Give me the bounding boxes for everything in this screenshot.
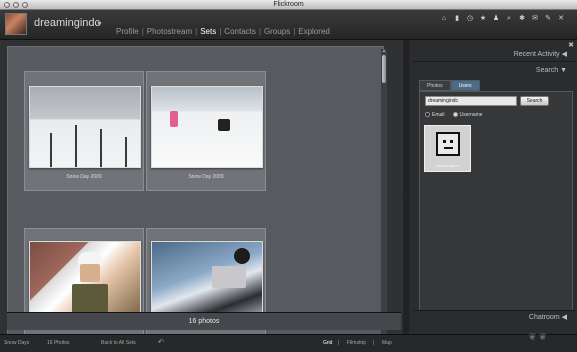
- bottom-bar: Snow Days 16 Photos Back to All Sets ↶ G…: [0, 334, 577, 352]
- recent-activity-header[interactable]: Recent Activity ◀: [413, 48, 575, 62]
- search-input[interactable]: dreamingindc: [425, 96, 517, 106]
- view-separator: |: [338, 340, 340, 346]
- buddy-icon: [436, 132, 460, 156]
- chevron-down-icon[interactable]: ▼: [96, 21, 103, 28]
- view-grid[interactable]: Grid: [323, 340, 332, 346]
- nav-photostream[interactable]: Photostream: [147, 27, 192, 36]
- chevron-down-icon: ▼: [560, 67, 567, 74]
- view-map[interactable]: Map: [382, 340, 392, 346]
- photo-caption: Snow Day 2009: [66, 174, 102, 180]
- nav-separator: |: [219, 27, 222, 36]
- nav-separator: |: [141, 27, 144, 36]
- tab-users[interactable]: Users: [450, 80, 480, 91]
- scroll-up-icon[interactable]: ▲: [381, 49, 387, 53]
- star-icon[interactable]: ★: [479, 15, 487, 23]
- main-area: Snow Day 2009 Snow Day 2009 ▲: [0, 40, 409, 349]
- radio-username-label: Username: [459, 112, 483, 118]
- tools-icon[interactable]: ✎: [544, 15, 552, 23]
- radio-on-icon: [452, 112, 458, 118]
- photo-thumbnail[interactable]: [151, 86, 263, 168]
- person-icon[interactable]: ♟: [492, 15, 500, 23]
- clock-icon[interactable]: ◷: [466, 15, 474, 23]
- photo-tile[interactable]: Snow Day 2009: [146, 71, 266, 191]
- radio-off-icon: [425, 112, 430, 118]
- nav-contacts[interactable]: Contacts: [224, 27, 256, 36]
- view-separator: |: [373, 340, 375, 346]
- radio-username[interactable]: Username: [452, 112, 483, 118]
- photo-count-bar: 16 photos: [7, 312, 401, 330]
- panel-divider[interactable]: ⋮: [403, 40, 409, 334]
- chevron-left-icon: ◀: [561, 51, 567, 58]
- photo-thumbnail[interactable]: [29, 86, 141, 168]
- trash-icon[interactable]: ▮: [453, 15, 461, 23]
- nav-separator: |: [293, 27, 296, 36]
- mail-icon[interactable]: ✉: [531, 15, 539, 23]
- photo-count: 16 Photos: [47, 340, 70, 346]
- window-title: Flickroom: [273, 1, 304, 8]
- radio-email[interactable]: Email: [425, 112, 445, 118]
- tab-photos[interactable]: Photos: [419, 80, 451, 91]
- nav-separator: |: [258, 27, 261, 36]
- avatar[interactable]: [5, 13, 27, 35]
- main-nav: Profile | Photostream | Sets | Contacts …: [116, 27, 330, 36]
- photo-caption: Snow Day 2009: [188, 174, 224, 180]
- search-button[interactable]: Search: [520, 96, 549, 106]
- username[interactable]: dreamingindc: [34, 17, 100, 29]
- chevron-left-icon: ◀: [561, 314, 567, 321]
- window-titlebar: Flickroom: [0, 0, 577, 10]
- photo-tile[interactable]: Snow Day 2009: [24, 71, 144, 191]
- undo-icon[interactable]: ↶: [158, 338, 164, 346]
- recent-activity-label: Recent Activity: [513, 51, 560, 58]
- search-type-options: Email Username: [425, 112, 483, 118]
- nav-sets[interactable]: Sets: [200, 27, 216, 36]
- search-icon[interactable]: ⌕: [505, 15, 513, 23]
- drag-handle-icon[interactable]: ⋮: [404, 192, 408, 198]
- home-icon[interactable]: ⌂: [440, 15, 448, 23]
- nav-profile[interactable]: Profile: [116, 27, 139, 36]
- scrollbar-thumb[interactable]: [382, 55, 386, 83]
- header-toolbar: ⌂ ▮ ◷ ★ ♟ ⌕ ✱ ✉ ✎ ✕: [440, 15, 565, 23]
- nav-separator: |: [195, 27, 198, 36]
- result-username: dreamingindc: [435, 163, 460, 168]
- back-to-sets-link[interactable]: Back to All Sets: [101, 340, 136, 346]
- settings-icon[interactable]: ✱: [518, 15, 526, 23]
- search-header[interactable]: Search ▼: [413, 64, 575, 78]
- search-label: Search: [535, 67, 559, 74]
- set-name: Snow Days: [4, 340, 30, 346]
- right-panel: ✖ Recent Activity ◀ Search ▼ Photos User…: [411, 40, 577, 334]
- grid-scrollbar[interactable]: ▲ ▼: [381, 49, 387, 347]
- photo-grid: Snow Day 2009 Snow Day 2009 ▲: [7, 46, 387, 349]
- nav-explored[interactable]: Explored: [298, 27, 330, 36]
- ornament-icon: ❦❦: [528, 332, 549, 343]
- nav-groups[interactable]: Groups: [264, 27, 290, 36]
- search-panel: dreamingindc Search Email Username dream…: [419, 91, 573, 311]
- close-icon[interactable]: ✕: [557, 15, 565, 23]
- app-header: dreamingindc ▼ Profile | Photostream | S…: [0, 10, 577, 40]
- chatroom-label: Chatroom: [528, 314, 560, 321]
- chatroom-header[interactable]: Chatroom ◀: [413, 310, 575, 324]
- user-result-card[interactable]: dreamingindc: [424, 125, 471, 172]
- search-tabs: Photos Users: [419, 80, 480, 91]
- radio-email-label: Email: [432, 112, 445, 118]
- view-filmstrip[interactable]: Filmstrip: [347, 340, 366, 346]
